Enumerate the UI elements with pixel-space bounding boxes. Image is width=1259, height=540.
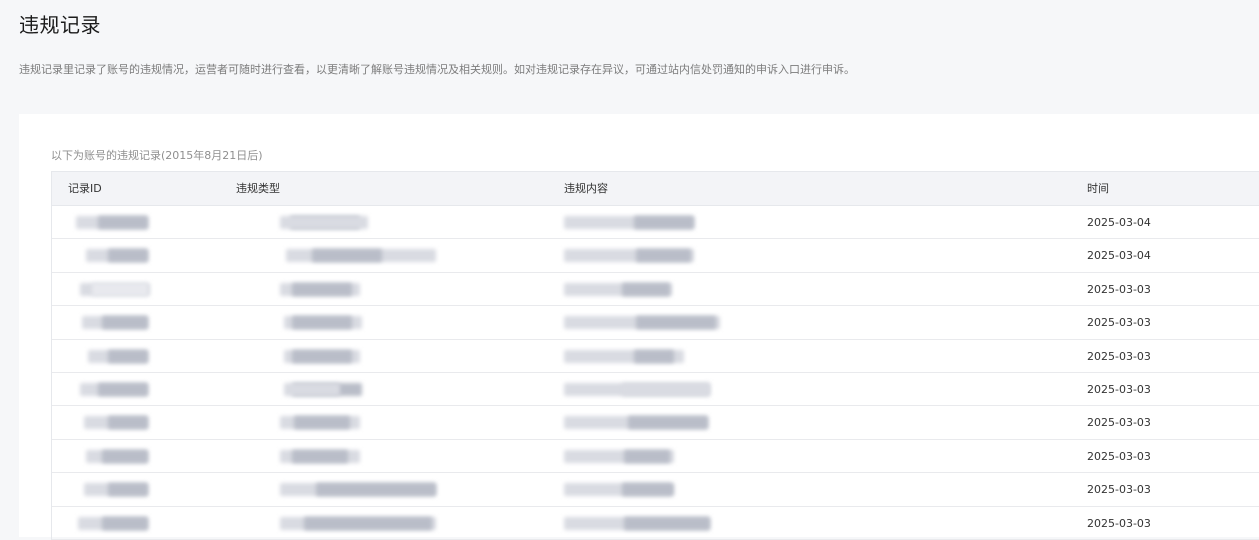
time-cell: 2025-03-03	[1087, 516, 1151, 530]
table-row: 2025-03-04	[52, 206, 1259, 240]
redacted-text	[292, 349, 352, 363]
column-header-violation-content: 违规内容	[564, 182, 608, 195]
redacted-text	[622, 483, 674, 497]
table-row: 2025-03-03	[52, 507, 1259, 540]
redacted-text	[108, 483, 148, 497]
page-description: 违规记录里记录了账号的违规情况，运营者可随时进行查看，以更清晰了解账号违规情况及…	[19, 63, 855, 76]
redacted-text	[622, 382, 710, 396]
table-row: 2025-03-03	[52, 473, 1259, 507]
redacted-text	[102, 516, 148, 530]
redacted-text	[636, 249, 691, 263]
time-cell: 2025-03-03	[1087, 416, 1151, 430]
redacted-text	[98, 382, 148, 396]
redacted-text	[102, 449, 148, 463]
time-cell: 2025-03-03	[1087, 449, 1151, 463]
redacted-text	[304, 516, 432, 530]
redacted-text	[316, 483, 436, 497]
redacted-text	[292, 316, 352, 330]
time-cell: 2025-03-03	[1087, 349, 1151, 363]
table-caption: 以下为账号的违规记录(2015年8月21日后)	[51, 149, 263, 162]
table-row: 2025-03-03	[52, 273, 1259, 307]
records-panel: 以下为账号的违规记录(2015年8月21日后) 记录ID 违规类型 违规内容 时…	[19, 114, 1259, 540]
time-cell: 2025-03-03	[1087, 316, 1151, 330]
time-cell: 2025-03-04	[1087, 216, 1151, 229]
redacted-text	[108, 416, 148, 430]
column-header-record-id: 记录ID	[68, 182, 102, 195]
table-row: 2025-03-03	[52, 373, 1259, 407]
redacted-text	[98, 216, 148, 229]
redacted-text	[622, 282, 670, 296]
redacted-text	[628, 416, 708, 430]
time-cell: 2025-03-03	[1087, 382, 1151, 396]
violation-records-table: 记录ID 违规类型 违规内容 时间 2025-03-04 2025-03-04 20…	[51, 171, 1259, 540]
table-row: 2025-03-03	[52, 440, 1259, 474]
time-cell: 2025-03-03	[1087, 282, 1151, 296]
redacted-text	[634, 216, 694, 229]
table-row: 2025-03-03	[52, 340, 1259, 373]
redacted-text	[108, 349, 148, 363]
redacted-text	[636, 316, 716, 330]
time-cell: 2025-03-03	[1087, 483, 1151, 497]
redacted-text	[634, 349, 674, 363]
redacted-text	[292, 282, 352, 296]
redacted-text	[280, 216, 368, 229]
redacted-text	[284, 382, 340, 396]
redacted-text	[102, 316, 148, 330]
redacted-text	[624, 516, 710, 530]
table-header: 记录ID 违规类型 违规内容 时间	[52, 172, 1259, 206]
redacted-text	[294, 416, 350, 430]
redacted-text	[312, 249, 382, 263]
table-row: 2025-03-03	[52, 406, 1259, 440]
column-header-violation-type: 违规类型	[236, 182, 280, 195]
table-row: 2025-03-04	[52, 239, 1259, 273]
redacted-text	[624, 449, 670, 463]
page-title: 违规记录	[19, 13, 101, 37]
redacted-text	[108, 249, 148, 263]
time-cell: 2025-03-04	[1087, 249, 1151, 263]
column-header-time: 时间	[1087, 182, 1109, 195]
table-row: 2025-03-03	[52, 306, 1259, 340]
redacted-text	[292, 449, 348, 463]
table-body: 2025-03-04 2025-03-04 2025-03-03 2025-03-03…	[52, 206, 1259, 540]
redacted-text	[92, 282, 148, 296]
